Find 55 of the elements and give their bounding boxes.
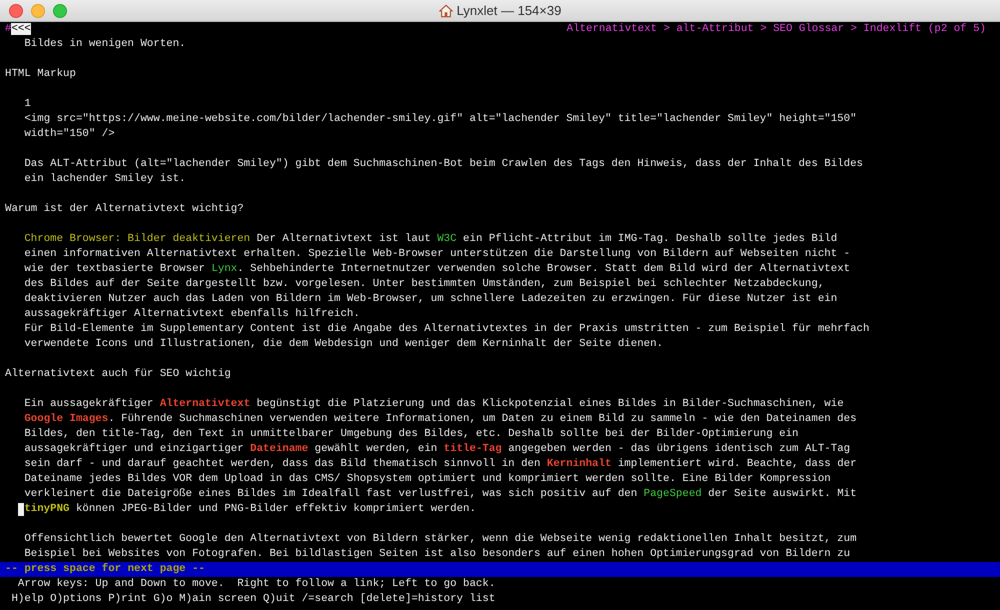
link[interactable]: W3C <box>437 232 457 247</box>
body-text: des Bildes auf der Seite dargestellt bzw. vorgelesen. Unter bestimmten Umständen, zum Beispiel bei schlechter Netzabdeckung, <box>24 277 824 292</box>
marker-text: # <box>5 23 12 35</box>
breadcrumb-title: Alternativtext > alt-Attribut > SEO Glossar > Indexlift (p2 of 5) <box>566 22 986 37</box>
help-text: H)elp O)ptions P)rint G)o M)ain screen Q)uit /=search [delete]=history list <box>11 592 496 607</box>
house-icon <box>438 4 453 18</box>
link[interactable]: Lynx <box>211 262 238 277</box>
body-text: deaktivieren Nutzer auch das Laden von Bildern im Web-Browser, um schnellere Ladezeiten zu erzwingen. Für diese Nutzer ist ein <box>24 292 838 307</box>
body-text: verwendete Icons und Illustrationen, die dem Webdesign und weniger dem Kerninhalt der Seite dienen. <box>24 337 663 352</box>
close-button[interactable] <box>9 4 23 18</box>
link[interactable]: Kerninhalt <box>546 457 612 472</box>
body-text: sein darf - und darauf geachtet werden, dass das Bild thematisch sinnvoll in den <box>24 457 542 472</box>
body-text: . Führende Suchmaschinen verwenden weitere Informationen, um Daten zu einem Bild zu sammeln - wie den Dateinamen des <box>108 412 857 427</box>
back-link[interactable]: <<< <box>11 23 31 35</box>
help-text: Arrow keys: Up and Down to move. Right to follow a link; Left to go back. <box>18 577 496 592</box>
window-title: Lynxlet — 154×39 <box>456 3 562 18</box>
body-text: Bildes, den title-Tag, den Text in unmittelbarer Umgebung des Bildes, etc. Deshalb sollte bei der Bilder-Optimierung ein <box>24 427 798 442</box>
body-text: können JPEG-Bilder und PNG-Bilder effektiv komprimiert werden. <box>74 502 476 517</box>
body-text: width="150" /> <box>24 127 115 142</box>
body-text: aussagekräftiger Alternativtext ebenfalls hilfreich. <box>24 307 360 322</box>
zoom-button[interactable] <box>53 4 67 18</box>
body-text: einen informativen Alternativtext erhalten. Spezielle Web-Browser unterstützen die Darstellung von Bildern auf Webseiten nicht - <box>24 247 850 262</box>
minimize-button[interactable] <box>31 4 45 18</box>
link[interactable]: Chrome Browser: Bilder deaktivieren <box>24 232 250 247</box>
body-text: Bildes in wenigen Worten. <box>24 37 186 52</box>
link[interactable]: PageSpeed <box>644 487 702 502</box>
link[interactable]: Alternativtext <box>160 397 250 412</box>
body-text: Das ALT-Attribut (alt="lachender Smiley") gibt dem Suchmaschinen-Bot beim Crawlen des Tags den Hinweis, dass der Inhalt des Bildes <box>24 157 863 172</box>
link[interactable]: title-Tag <box>444 442 502 457</box>
link[interactable]: tinyPNG <box>24 502 70 517</box>
status-text: -- press space for next page -- <box>5 562 205 577</box>
body-text: angegeben werden - das übrigens identisch zum ALT-Tag <box>507 442 850 457</box>
body-text: gewählt werden, ein <box>314 442 438 457</box>
body-text: ein lachender Smiley ist. <box>24 172 186 187</box>
body-text: Warum ist der Alternativtext wichtig? <box>5 202 244 217</box>
body-text: der Seite auswirkt. Mit <box>707 487 857 502</box>
body-text: ein Pflicht-Attribut im IMG-Tag. Deshalb sollte jedes Bild <box>462 232 838 247</box>
body-text: Für Bild-Elemente im Supplementary Content ist die Angabe des Alternativtextes in der Praxis umstritten - zum Beispiel für mehrfach <box>24 322 870 337</box>
body-text: Dateiname jedes Bildes VOR dem Upload in das CMS/ Shopsystem optimiert und komprimiert werden sollte. Eine Bilder Kompression <box>24 472 831 487</box>
body-text: Alternativtext auch für SEO wichtig <box>5 367 231 382</box>
body-text: aussagekräftiger und einzigartiger <box>24 442 245 457</box>
body-text: Beispiel bei Websites von Fotografen. Bei bildlastigen Seiten ist also besonders auf einen hohen Optimierungsgrad von Bildern zu <box>24 547 850 562</box>
body-text: . Sehbehinderte Internetnutzer verwenden solche Browser. Statt dem Bild wird der Alternativtext <box>237 262 850 277</box>
body-text: implementiert wird. Beachte, dass der <box>616 457 857 472</box>
body-text: Offensichtlich bewertet Google den Alternativtext von Bildern stärker, wenn die Webseite wenig redaktionellen Inhalt besitzt, zum <box>24 532 857 547</box>
link[interactable]: Dateiname <box>250 442 308 457</box>
body-text: HTML Markup <box>5 67 76 82</box>
link[interactable]: Google Images <box>24 412 108 427</box>
body-text: 1 <box>24 97 31 112</box>
body-text: verkleinert die Dateigröße eines Bildes im Idealfall fast verlustfrei, was sich positiv auf den <box>24 487 638 502</box>
body-text: Ein aussagekräftiger <box>24 397 154 412</box>
body-text: <img src="https://www.meine-website.com/bilder/lachender-smiley.gif" alt="lachender Smiley" title="lachender Smiley" height="150" <box>24 112 857 127</box>
body-text: begünstigt die Platzierung und das Klickpotenzial eines Bildes in Bilder-Suchmaschinen, wie <box>256 397 844 412</box>
body-text: Der Alternativtext ist laut <box>256 232 432 247</box>
body-text: wie der textbasierte Browser <box>24 262 206 277</box>
